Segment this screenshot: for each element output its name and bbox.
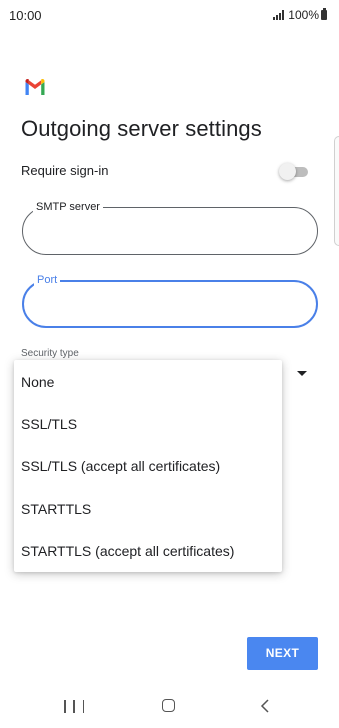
security-type-label: Security type [21,348,79,359]
chevron-down-icon[interactable] [297,371,307,376]
status-time: 10:00 [9,8,42,23]
battery-percent: 100% [288,8,319,22]
menu-item-starttls-accept-all[interactable]: STARTTLS (accept all certificates) [14,531,282,571]
navigation-bar [0,690,339,728]
toggle-thumb [279,163,296,180]
menu-item-starttls[interactable]: STARTTLS [14,489,282,529]
outgoing-server-settings-screen: 10:00 100% Outgoing server settings Requ… [0,0,339,728]
edge-panel-handle[interactable] [334,136,339,246]
require-sign-in-toggle[interactable] [279,163,309,180]
require-sign-in-label: Require sign-in [21,163,109,178]
battery-icon [321,8,327,20]
status-indicators: 100% [273,8,327,22]
menu-item-ssl-tls-accept-all[interactable]: SSL/TLS (accept all certificates) [14,446,282,486]
back-icon[interactable] [258,698,274,714]
security-type-dropdown-menu: None SSL/TLS SSL/TLS (accept all certifi… [14,360,282,572]
next-button[interactable]: NEXT [247,637,318,670]
smtp-server-field[interactable]: SMTP server [22,200,318,255]
menu-item-ssl-tls[interactable]: SSL/TLS [14,404,282,444]
port-field[interactable]: Port [22,273,318,328]
page-title: Outgoing server settings [21,116,262,141]
status-bar: 10:00 100% [0,0,339,30]
home-icon[interactable] [162,699,175,712]
port-label: Port [34,273,61,287]
signal-icon [273,10,285,20]
recents-icon[interactable] [64,700,84,714]
smtp-server-label: SMTP server [33,200,103,214]
gmail-logo [25,78,45,95]
menu-item-none[interactable]: None [14,362,282,402]
